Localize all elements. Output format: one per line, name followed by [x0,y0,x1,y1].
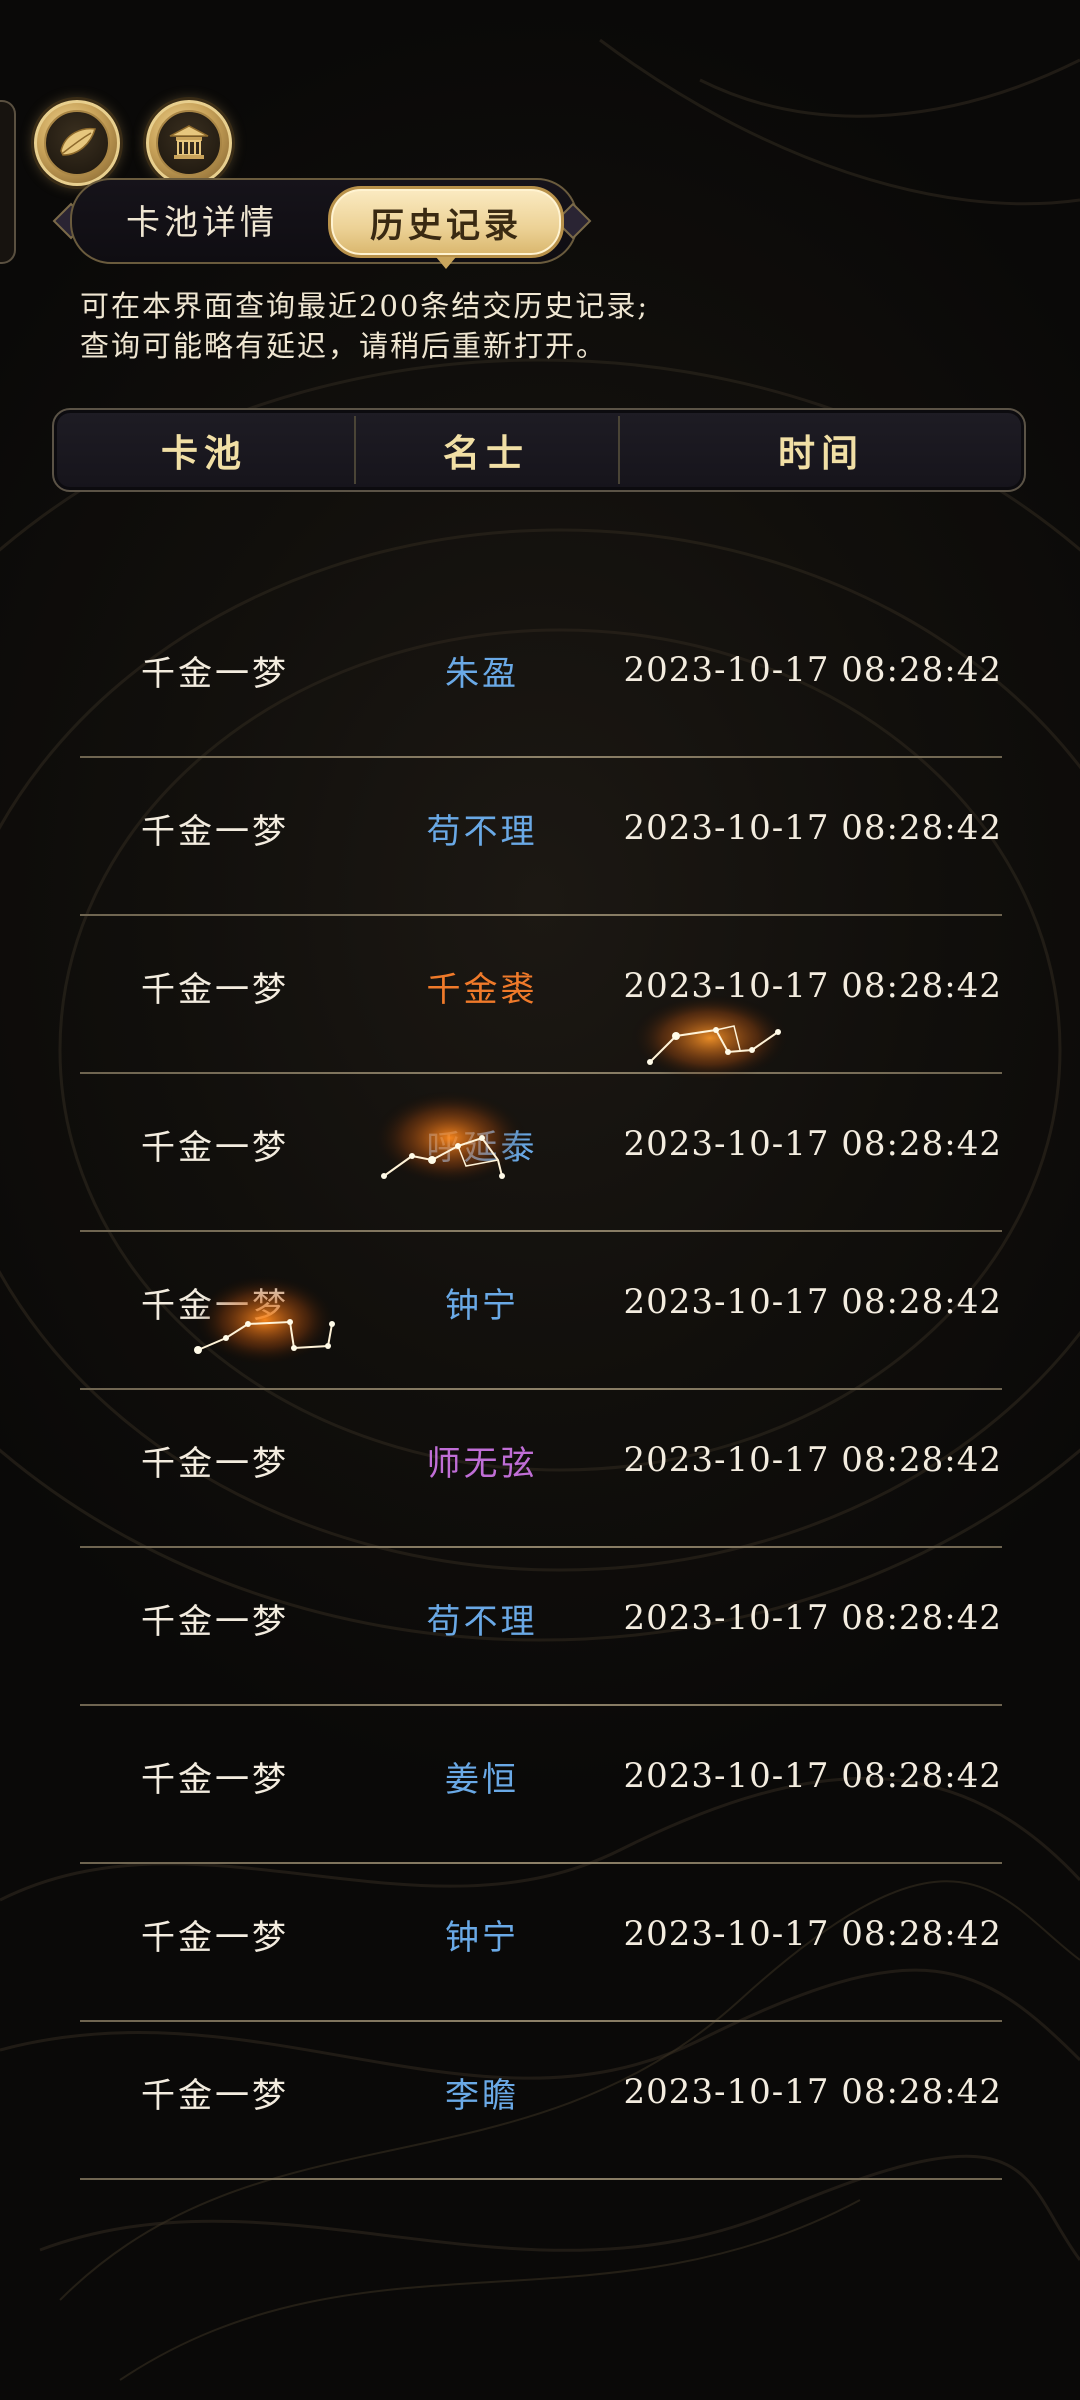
pavilion-button[interactable] [146,100,232,186]
row-pool: 千金一梦 [141,1127,289,1168]
tab-pool-details[interactable]: 卡池详情 [92,186,312,252]
row-time: 2023-10-17 08:28:42 [623,1914,1002,1954]
row-character-name: 钟宁 [445,1285,519,1326]
row-pool: 千金一梦 [141,1759,289,1800]
row-pool: 千金一梦 [141,1917,289,1958]
header-pool: 卡池 [161,431,247,475]
row-pool: 千金一梦 [141,653,289,694]
row-pool: 千金一梦 [141,1285,289,1326]
row-pool: 千金一梦 [141,1601,289,1642]
row-divider [80,2178,1002,2180]
history-row: 千金一梦 千金裘 2023-10-17 08:28:42 [80,916,1002,1074]
side-drawer-handle[interactable] [0,100,16,264]
notice-text: 可在本界面查询最近200条结交历史记录; 查询可能略有延迟，请稍后重新打开。 [80,286,980,366]
tab-history[interactable]: 历史记录 [328,186,564,269]
row-character-name: 钟宁 [445,1917,519,1958]
history-row: 千金一梦 李瞻 2023-10-17 08:28:42 [80,2022,1002,2180]
history-row: 千金一梦 苟不理 2023-10-17 08:28:42 [80,758,1002,916]
row-time: 2023-10-17 08:28:42 [623,1756,1002,1796]
tab-bar: 卡池详情 历史记录 [52,178,592,269]
history-row: 千金一梦 钟宁 2023-10-17 08:28:42 [80,1864,1002,2022]
row-character-name: 呼延泰 [426,1127,538,1168]
row-character-name: 苟不理 [426,1601,538,1642]
row-character-name: 姜恒 [445,1759,519,1800]
leaf-button[interactable] [34,100,120,186]
row-character-name: 苟不理 [426,811,538,852]
history-row: 千金一梦 朱盈 2023-10-17 08:28:42 [80,600,1002,758]
notice-line-2: 查询可能略有延迟，请稍后重新打开。 [80,329,608,363]
header-time: 时间 [778,431,864,475]
pavilion-icon [156,110,222,176]
row-time: 2023-10-17 08:28:42 [623,808,1002,848]
row-character-name: 李瞻 [445,2075,519,2116]
row-time: 2023-10-17 08:28:42 [623,2072,1002,2112]
row-time: 2023-10-17 08:28:42 [623,1598,1002,1638]
row-time: 2023-10-17 08:28:42 [623,1440,1002,1480]
row-character-name: 千金裘 [426,969,538,1010]
row-time: 2023-10-17 08:28:42 [623,650,1002,690]
table-header: 卡池 名士 时间 [52,408,1026,492]
row-character-name: 朱盈 [445,653,519,694]
history-row: 千金一梦 师无弦 2023-10-17 08:28:42 [80,1390,1002,1548]
history-row: 千金一梦 钟宁 2023-10-17 08:28:42 [80,1232,1002,1390]
row-time: 2023-10-17 08:28:42 [623,966,1002,1006]
row-character-name: 师无弦 [426,1443,538,1484]
row-time: 2023-10-17 08:28:42 [623,1282,1002,1322]
row-pool: 千金一梦 [141,2075,289,2116]
history-row: 千金一梦 姜恒 2023-10-17 08:28:42 [80,1706,1002,1864]
history-row: 千金一梦 呼延泰 2023-10-17 08:28:42 [80,1074,1002,1232]
notice-line-1: 可在本界面查询最近200条结交历史记录; [80,289,650,323]
history-row: 千金一梦 苟不理 2023-10-17 08:28:42 [80,1548,1002,1706]
row-pool: 千金一梦 [141,1443,289,1484]
leaf-icon [44,110,110,176]
row-time: 2023-10-17 08:28:42 [623,1124,1002,1164]
row-pool: 千金一梦 [141,811,289,852]
row-pool: 千金一梦 [141,969,289,1010]
header-name: 名士 [443,431,529,475]
